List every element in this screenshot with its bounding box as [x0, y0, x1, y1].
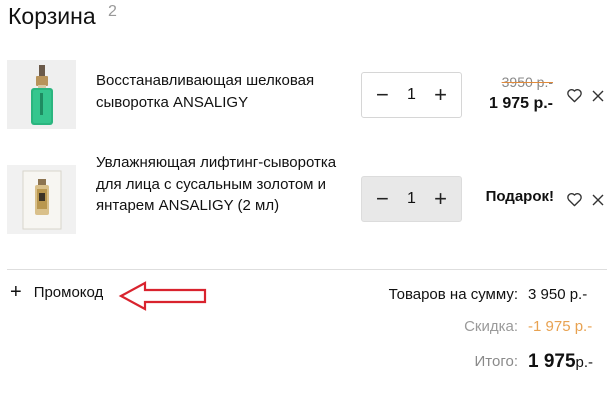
discount-label: Скидка:	[464, 318, 518, 335]
quantity-stepper-2: − 1 +	[361, 176, 462, 222]
cart-title: Корзина	[8, 3, 96, 29]
product-image-1[interactable]	[7, 60, 76, 129]
goods-total-value: 3 950 р.-	[528, 286, 588, 303]
decrease-button-2[interactable]: −	[376, 188, 389, 210]
promo-code-toggle[interactable]: + Промокод	[10, 282, 103, 302]
increase-button-2[interactable]: +	[434, 188, 447, 210]
heart-icon[interactable]	[566, 192, 583, 212]
order-total-value: 1 975р.-	[528, 351, 593, 373]
order-total-currency: р.-	[575, 354, 594, 371]
close-icon[interactable]	[592, 89, 604, 107]
quantity-stepper-1: − 1 +	[361, 72, 462, 118]
order-total-label: Итого:	[474, 353, 518, 370]
close-icon[interactable]	[592, 193, 604, 211]
decrease-button-1[interactable]: −	[376, 84, 389, 106]
promo-code-label: Промокод	[33, 283, 104, 301]
price-1: 1 975 р.-	[488, 95, 553, 112]
gift-label: Подарок!	[485, 188, 554, 205]
old-price-1: 3950 р.-	[501, 74, 553, 90]
discount-value: -1 975 р.-	[528, 318, 593, 335]
plus-icon: +	[10, 281, 22, 303]
order-total-amount: 1 975	[528, 351, 576, 372]
product-image-2[interactable]	[7, 165, 76, 234]
goods-total-label: Товаров на сумму:	[388, 286, 518, 303]
divider	[7, 269, 607, 270]
serum-sachet-image	[22, 170, 61, 229]
heart-icon[interactable]	[566, 88, 583, 108]
annotation-arrow-icon	[118, 281, 207, 311]
product-name-1[interactable]: Восстанавливающая шелковая сыворотка ANS…	[96, 70, 346, 113]
cart-item-count: 2	[108, 3, 117, 20]
quantity-value-1: 1	[407, 86, 416, 103]
product-name-2[interactable]: Увлажняющая лифтинг-сыворотка для лица с…	[96, 152, 346, 217]
increase-button-1[interactable]: +	[434, 84, 447, 106]
quantity-value-2: 1	[407, 190, 416, 207]
serum-bottle-image	[30, 64, 53, 125]
